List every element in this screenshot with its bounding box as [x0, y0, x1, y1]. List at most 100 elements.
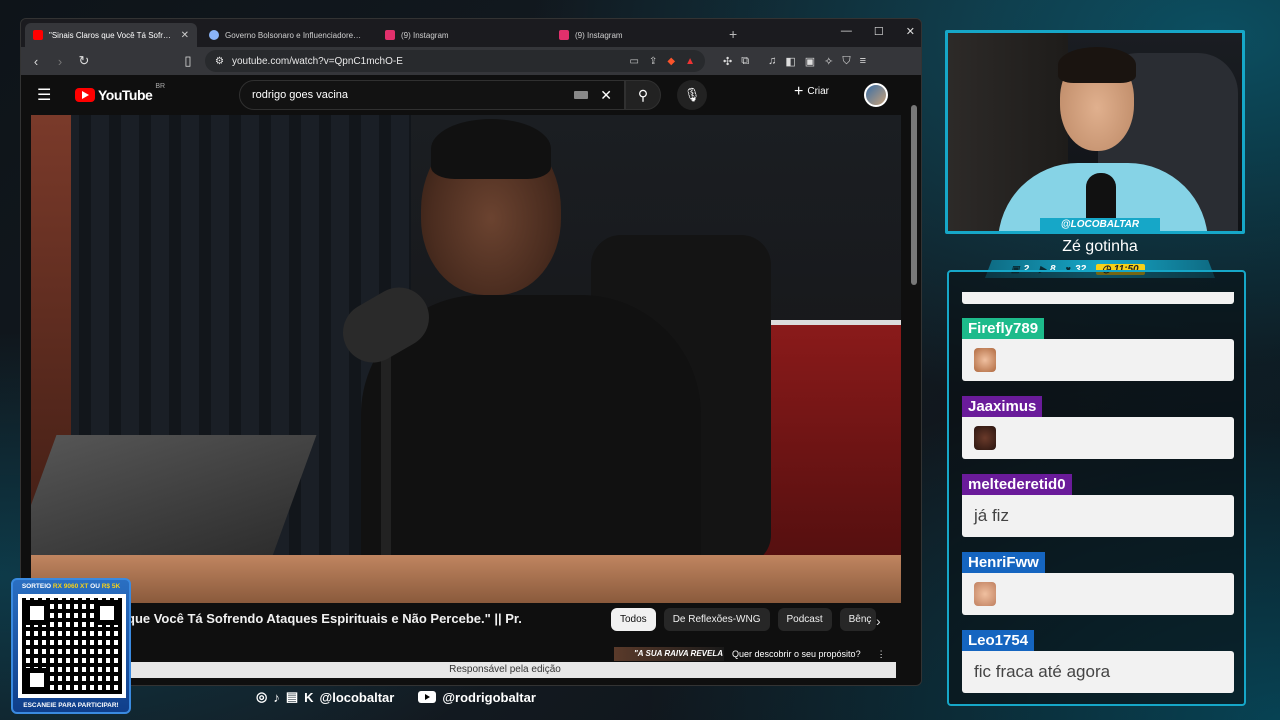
minimize-icon[interactable]: — [841, 25, 852, 38]
chip-todos[interactable]: Todos [611, 608, 656, 631]
social-handle-2: @rodrigobaltar [442, 689, 536, 705]
youtube-logo[interactable]: YouTube BR [75, 83, 165, 103]
chip-podcast[interactable]: Podcast [777, 608, 832, 631]
chat-prev-message [962, 292, 1234, 304]
chat-bubble [962, 573, 1234, 615]
tab-instagram-2[interactable]: (9) Instagram [551, 23, 723, 47]
giveaway-qr-card[interactable]: SORTEIO RX 9060 XT OU R$ 5K ESCANEIE PAR… [11, 578, 131, 714]
tab-title: (9) Instagram [401, 30, 449, 40]
chip-bencao[interactable]: Bênç [839, 608, 876, 631]
chat-bubble [962, 417, 1234, 459]
site-info-icon[interactable]: ⚙ [215, 56, 224, 67]
chat-username: meltederetid0 [962, 474, 1072, 495]
screenshot-icon[interactable]: ⧉ [741, 55, 749, 68]
tab-instagram-1[interactable]: (9) Instagram [377, 23, 549, 47]
social-handles: ◎ ♪ ▤ K @locobaltar @rodrigobaltar [256, 689, 536, 705]
giveaway-prefix: SORTEIO [21, 583, 52, 590]
search-value: rodrigo goes vacina [252, 89, 349, 101]
vpn-icon[interactable]: ⛉ [842, 55, 850, 68]
giveaway-or: OU [90, 583, 100, 590]
speaker-hair [431, 119, 551, 179]
clear-search-icon[interactable]: ✕ [600, 87, 612, 104]
search-input[interactable]: rodrigo goes vacina ✕ [239, 80, 625, 110]
brave-shield-icon[interactable]: ◆ [667, 56, 675, 67]
chips-next-icon[interactable]: › [876, 613, 881, 629]
tab-title: (9) Instagram [575, 30, 623, 40]
media-icon[interactable]: ♫ [768, 55, 776, 68]
video-desk [31, 555, 901, 603]
giveaway-prize-2: R$ 5K [101, 583, 121, 590]
hamburger-menu-icon[interactable]: ☰ [37, 85, 61, 105]
leo-ai-icon[interactable]: ✧ [824, 55, 833, 68]
video-speaker [361, 119, 721, 603]
kick-icon: K [304, 689, 314, 705]
recommendation-item[interactable]: "A SUA RAIVA REVELA Quer descobrir o seu… [614, 647, 886, 661]
tab-title: Governo Bolsonaro e Influenciadores Pago… [225, 30, 365, 40]
tab-youtube-video[interactable]: "Sinais Claros que Você Tá Sofrendo ✕ [25, 23, 197, 47]
qr-finder [25, 601, 49, 625]
reload-icon[interactable]: ↻ [77, 53, 91, 69]
youtube-icon [418, 691, 437, 703]
streamer-handle: @LOCOBALTAR [1040, 218, 1160, 232]
menu-icon[interactable]: ≡ [860, 55, 866, 68]
share-icon[interactable]: ⇪ [649, 56, 657, 67]
rec-title: Quer descobrir o seu propósito? [732, 649, 861, 659]
browser-window: "Sinais Claros que Você Tá Sofrendo ✕ Go… [20, 18, 922, 686]
tab-close-icon[interactable]: ✕ [181, 30, 189, 41]
tab-title: "Sinais Claros que Você Tá Sofrendo [49, 30, 175, 40]
url-text: youtube.com/watch?v=QpnC1mchO-E [231, 55, 403, 67]
instagram-favicon-icon [385, 30, 395, 40]
gemini-favicon-icon [209, 30, 219, 40]
search-button[interactable]: ⚲ [625, 80, 661, 110]
instagram-icon: ◎ [256, 689, 268, 704]
giveaway-header: SORTEIO RX 9060 XT OU R$ 5K [13, 583, 129, 590]
forward-icon[interactable]: › [53, 54, 67, 69]
more-options-icon[interactable]: ⋮ [877, 649, 886, 660]
youtube-favicon-icon [33, 30, 43, 40]
tiktok-icon: ♪ [273, 689, 280, 705]
address-bar[interactable]: ⚙ youtube.com/watch?v=QpnC1mchO-E ▭ ⇪ ◆ … [205, 50, 705, 72]
tab-governo[interactable]: Governo Bolsonaro e Influenciadores Pago… [201, 23, 373, 47]
chip-channel[interactable]: De Reflexões-WNG [663, 608, 770, 631]
video-player[interactable] [31, 115, 901, 603]
cast-icon[interactable]: ▭ [630, 56, 639, 67]
brave-rewards-icon[interactable]: ▲ [685, 56, 695, 67]
create-label: Criar [807, 86, 830, 97]
extensions-icon[interactable]: ✣ [723, 55, 732, 68]
page-scrollbar[interactable] [911, 105, 917, 285]
keyboard-icon[interactable] [574, 91, 589, 99]
giveaway-prize-1: RX 9060 XT [52, 583, 89, 590]
chat-panel: Firefly789 Jaaximus meltederetid0 já fiz… [947, 270, 1246, 706]
account-avatar[interactable] [864, 83, 888, 107]
chat-text: já fiz [962, 495, 1234, 537]
new-tab-icon[interactable]: + [729, 26, 737, 42]
youtube-page: ☰ YouTube BR rodrigo goes vacina ✕ ⚲ 🎙 +… [21, 75, 921, 685]
back-icon[interactable]: ‹ [29, 54, 43, 69]
instagram-favicon-icon [559, 30, 569, 40]
tab-strip: "Sinais Claros que Você Tá Sofrendo ✕ Go… [21, 19, 921, 47]
close-window-icon[interactable]: ✕ [906, 25, 915, 38]
chat-message: HenriFww [962, 552, 1234, 615]
stream-subtitle: Zé gotinha [1062, 238, 1138, 255]
sidebar-icon[interactable]: ◧ [785, 55, 795, 68]
voice-search-button[interactable]: 🎙 [677, 80, 707, 110]
create-button[interactable]: + Criar [794, 82, 830, 100]
rec-thumbnail: "A SUA RAIVA REVELA [614, 647, 724, 661]
youtube-play-icon [75, 88, 95, 102]
chat-bubble [962, 339, 1234, 381]
bookmark-icon[interactable]: ▯ [181, 53, 195, 69]
window-controls: — ☐ ✕ [841, 25, 915, 38]
chat-username: Leo1754 [962, 630, 1035, 651]
chat-text: fic fraca até agora [962, 651, 1234, 693]
microphone-icon: 🎙 [683, 87, 701, 102]
wallet-icon[interactable]: ▣ [805, 55, 815, 68]
search-icon: ⚲ [637, 86, 649, 103]
maximize-icon[interactable]: ☐ [874, 25, 884, 38]
video-mic-pole [381, 355, 391, 575]
qr-finder [95, 601, 119, 625]
plus-icon: + [794, 82, 804, 100]
overlay-caption: Responsável pela edição [114, 662, 896, 678]
related-chips: Todos De Reflexões-WNG Podcast Bênç [611, 608, 876, 631]
chat-username: Firefly789 [962, 318, 1045, 339]
chat-username: Jaaximus [962, 396, 1043, 417]
